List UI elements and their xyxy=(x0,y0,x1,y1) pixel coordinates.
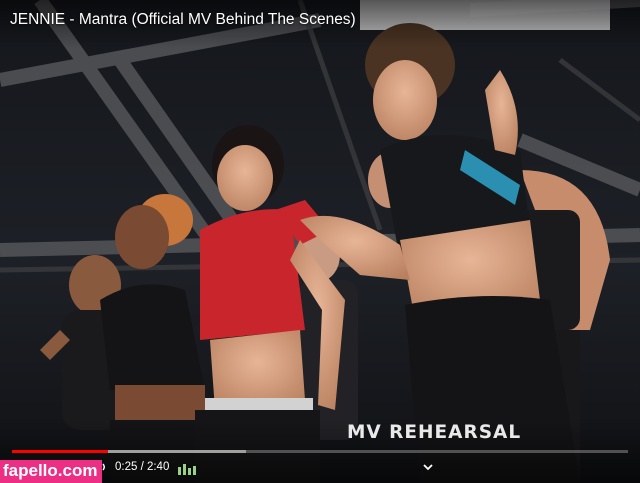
video-player[interactable]: JENNIE - Mantra (Official MV Behind The … xyxy=(0,0,640,483)
video-caption-overlay: MV REHEARSAL xyxy=(347,422,522,443)
progress-played xyxy=(12,450,109,453)
time-display: 0:25 / 2:40 xyxy=(115,461,170,473)
chevron-down-icon[interactable] xyxy=(420,459,436,475)
equalizer-icon xyxy=(178,464,196,475)
video-title[interactable]: JENNIE - Mantra (Official MV Behind The … xyxy=(10,11,356,29)
video-frame[interactable] xyxy=(0,0,640,483)
watermark: fapello.com xyxy=(0,460,103,483)
progress-bar[interactable] xyxy=(12,450,628,453)
